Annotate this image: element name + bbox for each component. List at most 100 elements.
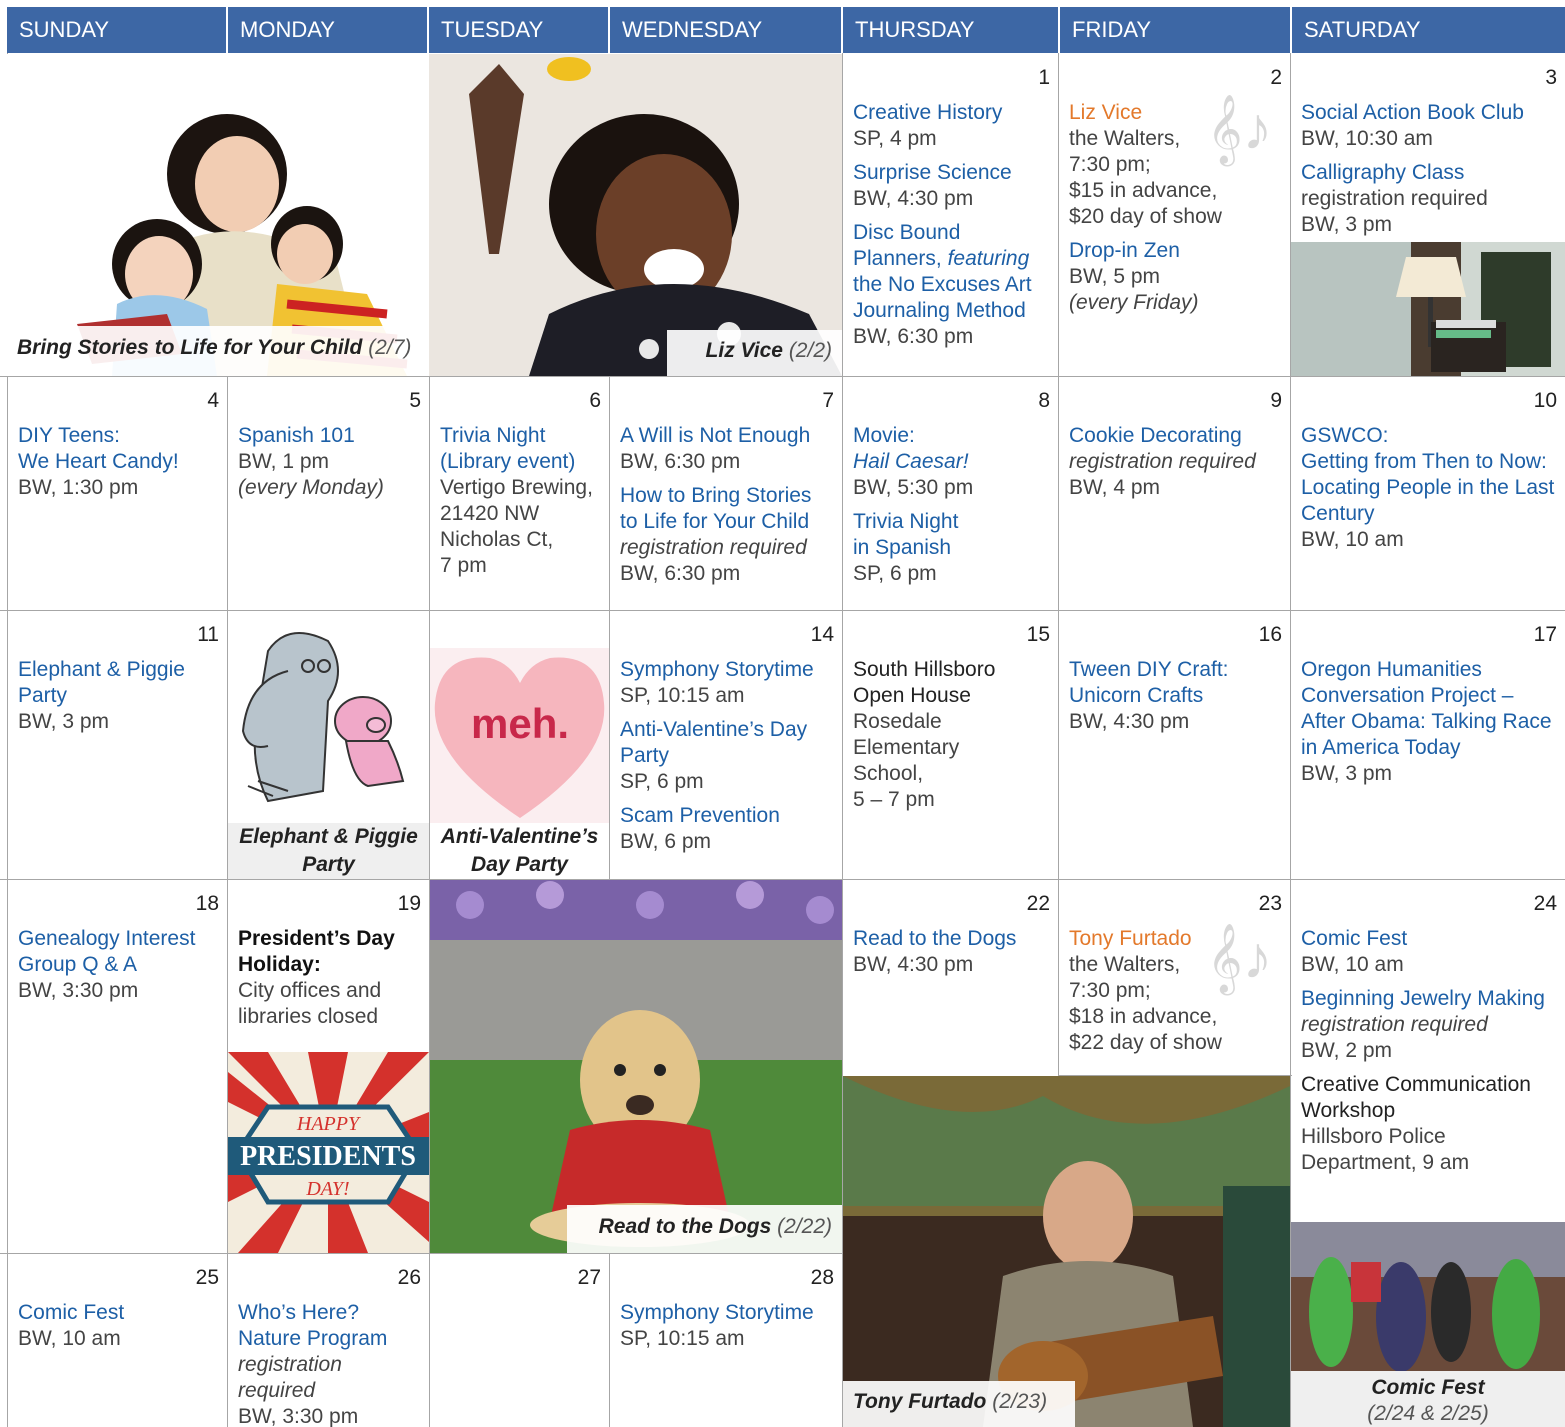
day-cell-6: 6 Trivia Night (Library event) Vertigo Bre…	[430, 377, 609, 610]
event[interactable]: Who’s Here? Nature Program registration re…	[238, 1300, 419, 1427]
event[interactable]: Symphony Storytime SP, 10:15 am	[620, 1300, 832, 1352]
day-number: 25	[195, 1266, 219, 1289]
day-number: 9	[1270, 389, 1282, 412]
day-cell-8: 8 Movie: Hail Caesar! BW, 5:30 pm Trivia N…	[843, 377, 1058, 610]
day-cell-23: 23 𝄞♪ Tony Furtado the Walters, 7:30 pm; $1…	[1059, 880, 1290, 1075]
day-cell-17: 17 Oregon Humanities Conversation Projec…	[1291, 611, 1565, 879]
event[interactable]: Comic Fest BW, 10 am	[1301, 926, 1555, 978]
day-cell-7: 7 A Will is Not Enough BW, 6:30 pm How to…	[610, 377, 842, 610]
event[interactable]: GSWCO: Getting from Then to Now: Locating…	[1301, 423, 1555, 553]
day-cell-22: 22 Read to the Dogs BW, 4:30 pm	[843, 880, 1058, 1075]
event[interactable]: Oregon Humanities Conversation Project –…	[1301, 657, 1555, 787]
event[interactable]: Scam Prevention BW, 6 pm	[620, 803, 832, 855]
day-number: 18	[195, 892, 219, 915]
day-number: 24	[1533, 892, 1557, 915]
photo-caption: Elephant & Piggie Party	[228, 823, 429, 879]
day-number: 14	[810, 623, 834, 646]
reading-family-photo: Bring Stories to Life for Your Child (2/…	[7, 54, 429, 376]
comic-fest-photo: Comic Fest (2/24 & 2/25)	[1291, 1222, 1565, 1427]
day-number: 8	[1038, 389, 1050, 412]
day-number: 5	[409, 389, 421, 412]
header-wednesday: WEDNESDAY	[608, 7, 843, 53]
event[interactable]: Cookie Decorating registration required BW…	[1069, 423, 1280, 501]
day-number: 1	[1038, 66, 1050, 89]
day-cell-24: 24 Comic Fest BW, 10 am Beginning Jewelry…	[1291, 880, 1565, 1220]
header-monday: MONDAY	[226, 7, 429, 53]
event[interactable]: Disc Bound Planners, featuring the No Ex…	[853, 220, 1048, 350]
elephant-piggie-art: Elephant & Piggie Party	[228, 611, 429, 879]
event[interactable]: President’s Day Holiday: City offices and…	[238, 926, 419, 1030]
event[interactable]: Spanish 101 BW, 1 pm (every Monday)	[238, 423, 419, 501]
event[interactable]: Tween DIY Craft: Unicorn Crafts BW, 4:30 p…	[1069, 657, 1280, 735]
event[interactable]: Symphony Storytime SP, 10:15 am	[620, 657, 832, 709]
event[interactable]: South Hillsboro Open House Rosedale Eleme…	[853, 657, 1048, 813]
day-text: DAY!	[305, 1178, 349, 1200]
header-friday: FRIDAY	[1058, 7, 1292, 53]
event[interactable]: How to Bring Stories to Life for Your Ch…	[620, 483, 832, 587]
event[interactable]: Trivia Night in Spanish SP, 6 pm	[853, 509, 1048, 587]
header-sunday: SUNDAY	[7, 7, 228, 53]
day-number: 10	[1533, 389, 1557, 412]
day-number: 4	[207, 389, 219, 412]
event[interactable]: Creative Communication Workshop Hillsboro…	[1301, 1072, 1555, 1176]
day-cell-15: 15 South Hillsboro Open House Rosedale El…	[843, 611, 1058, 879]
day-number: 3	[1545, 66, 1557, 89]
day-number: 15	[1026, 623, 1050, 646]
day-number: 7	[822, 389, 834, 412]
event[interactable]: A Will is Not Enough BW, 6:30 pm	[620, 423, 832, 475]
event[interactable]: Drop-in Zen BW, 5 pm (every Friday)	[1069, 238, 1280, 316]
music-note-icon: 𝄞♪	[1207, 924, 1273, 991]
day-cell-25: 25 Comic Fest BW, 10 am	[8, 1254, 227, 1427]
day-cell-19: 19 President’s Day Holiday: City offices …	[228, 880, 429, 1050]
day-number: 6	[589, 389, 601, 412]
event[interactable]: DIY Teens: We Heart Candy! BW, 1:30 pm	[18, 423, 217, 501]
read-dogs-photo: Read to the Dogs (2/22)	[430, 880, 842, 1253]
day-number: 17	[1533, 623, 1557, 646]
photo-caption: Anti-Valentine’s Day Party	[430, 823, 609, 879]
photo-caption: Read to the Dogs (2/22)	[567, 1205, 842, 1253]
photo-caption: Liz Vice (2/2)	[667, 330, 842, 376]
event[interactable]: Beginning Jewelry Making registration req…	[1301, 986, 1555, 1064]
day-number: 11	[197, 623, 219, 646]
day-number: 22	[1026, 892, 1050, 915]
event[interactable]: Trivia Night (Library event) Vertigo Brewi…	[440, 423, 599, 579]
day-cell-10: 10 GSWCO: Getting from Then to Now: Locat…	[1291, 377, 1565, 610]
event[interactable]: Surprise Science BW, 4:30 pm	[853, 160, 1048, 212]
day-cell-28: 28 Symphony Storytime SP, 10:15 am	[610, 1254, 842, 1427]
day-cell-16: 16 Tween DIY Craft: Unicorn Crafts BW, 4:3…	[1059, 611, 1290, 879]
day-cell-4: 4 DIY Teens: We Heart Candy! BW, 1:30 pm	[8, 377, 227, 610]
event[interactable]: Genealogy Interest Group Q & A BW, 3:30 p…	[18, 926, 217, 1004]
day-number: 26	[397, 1266, 421, 1289]
photo-caption: Bring Stories to Life for Your Child (2/…	[7, 326, 429, 376]
tony-furtado-photo: Tony Furtado (2/23)	[843, 1076, 1290, 1427]
happy-text: HAPPY	[296, 1113, 361, 1135]
header-tuesday: TUESDAY	[427, 7, 610, 53]
event[interactable]: Elephant & Piggie Party BW, 3 pm	[18, 657, 217, 735]
event[interactable]: Read to the Dogs BW, 4:30 pm	[853, 926, 1048, 978]
day-number: 27	[577, 1266, 601, 1289]
day-cell-18: 18 Genealogy Interest Group Q & A BW, 3:3…	[8, 880, 227, 1253]
header-saturday: SATURDAY	[1290, 7, 1565, 53]
presidents-text: PRESIDENTS	[240, 1141, 416, 1172]
event[interactable]: Anti-Valentine’s Day Party SP, 6 pm	[620, 717, 832, 795]
day-number: 19	[397, 892, 421, 915]
day-cell-1: 1 Creative History SP, 4 pm Surprise Scie…	[843, 54, 1058, 376]
event[interactable]: Social Action Book Club BW, 10:30 am	[1301, 100, 1555, 152]
photo-caption: Tony Furtado (2/23)	[843, 1381, 1075, 1427]
meh-text: meh.	[471, 700, 569, 747]
day-cell-5: 5 Spanish 101 BW, 1 pm (every Monday)	[228, 377, 429, 610]
day-cell-14: 14 Symphony Storytime SP, 10:15 am Anti-V…	[610, 611, 842, 879]
liz-vice-photo: Liz Vice (2/2)	[429, 54, 842, 376]
event[interactable]: Movie: Hail Caesar! BW, 5:30 pm	[853, 423, 1048, 501]
music-note-icon: 𝄞♪	[1207, 95, 1273, 162]
day-cell-2: 2 𝄞♪ Liz Vice the Walters, 7:30 pm; $15 in …	[1059, 54, 1290, 376]
presidents-day-art: HAPPY PRESIDENTS DAY!	[228, 1052, 429, 1253]
day-number: 16	[1258, 623, 1282, 646]
day-number: 28	[810, 1266, 834, 1289]
event[interactable]: Creative History SP, 4 pm	[853, 100, 1048, 152]
day-number: 23	[1258, 892, 1282, 915]
header-thursday: THURSDAY	[841, 7, 1060, 53]
day-cell-9: 9 Cookie Decorating registration required…	[1059, 377, 1290, 610]
event[interactable]: Comic Fest BW, 10 am	[18, 1300, 217, 1352]
event[interactable]: Calligraphy Class registration required BW…	[1301, 160, 1555, 238]
